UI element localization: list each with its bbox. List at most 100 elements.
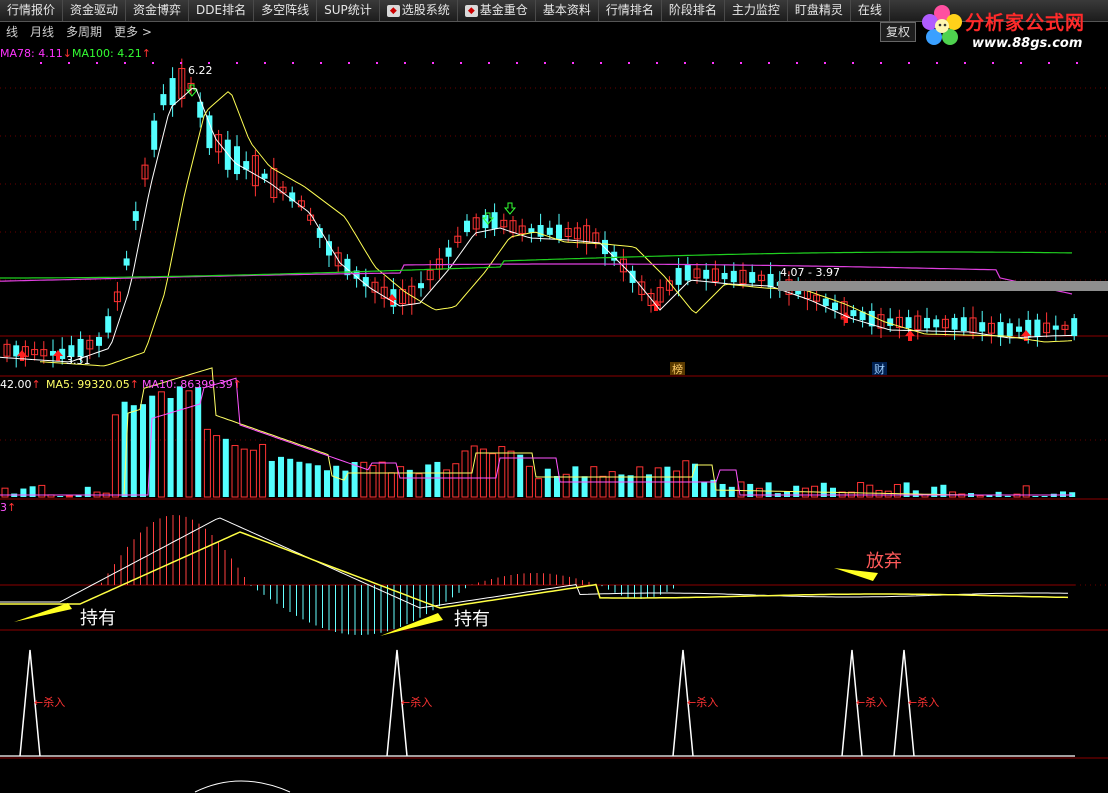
candle-body (123, 258, 130, 266)
period-toolbar: 线月线 多周期 更多 > (0, 22, 880, 40)
menu-item-label: 在线 (857, 3, 882, 17)
range-label: 4.07 - 3.97 (780, 266, 840, 279)
volume-bar (268, 460, 275, 497)
volume-bar (231, 445, 239, 498)
top-marker-dot (516, 62, 518, 64)
volume-bar (673, 470, 681, 498)
menu-item-10[interactable]: 阶段排名 (662, 0, 725, 21)
candle-body (997, 322, 1004, 338)
volume-bar (249, 449, 257, 498)
candle-body (546, 227, 553, 235)
candle-body (1071, 318, 1078, 337)
menu-item-label: 主力监控 (731, 3, 780, 17)
volume-bar (535, 478, 543, 498)
period-tab-0[interactable]: 线 (0, 23, 24, 40)
volume-bar (479, 448, 487, 498)
volume-bar (324, 470, 330, 497)
volume-bar (1, 487, 9, 498)
period-tab-3[interactable]: 更多 > (108, 23, 158, 40)
volume-bar (517, 454, 524, 497)
top-marker-dot (796, 62, 798, 64)
candle-body (234, 146, 240, 175)
menu-item-11[interactable]: 主力监控 (725, 0, 788, 21)
volume-bar (369, 465, 377, 498)
menu-item-8[interactable]: 基本资料 (536, 0, 599, 21)
candle-body (169, 78, 176, 106)
menu-item-label: 选股系统 (401, 3, 450, 17)
hold-label-1: 持有 (80, 608, 116, 629)
volume-bar (65, 495, 73, 498)
price-candles (3, 58, 1078, 368)
top-marker-dot (292, 62, 294, 64)
top-marker-dot (572, 62, 574, 64)
kill-entry-label: ←杀入 (856, 695, 887, 709)
volume-bar (801, 487, 809, 498)
menu-item-2[interactable]: 资金博弈 (126, 0, 190, 21)
candle-body (160, 94, 167, 106)
top-marker-dot (1048, 62, 1050, 64)
hold-arrow-2 (380, 613, 443, 636)
ma78-legend: MA78: 4.11↓ (0, 47, 72, 60)
top-marker-dot (684, 62, 686, 64)
abandon-label: 放弃 (866, 551, 902, 572)
top-marker-dot (68, 62, 70, 64)
top-marker-dot (908, 62, 910, 64)
top-marker-dot (824, 62, 826, 64)
vol-ma10-legend: MA10: 86399.39↑ (142, 378, 242, 391)
top-marker-dot (320, 62, 322, 64)
kill-entry-label: ←杀入 (687, 695, 718, 709)
volume-bar (157, 391, 165, 498)
candle-body (445, 247, 452, 257)
menu-item-4[interactable]: 多空阵线 (254, 0, 318, 21)
menu-item-0[interactable]: 行情报价 (0, 0, 64, 21)
top-marker-dot (964, 62, 966, 64)
top-marker-dot (348, 62, 350, 64)
volume-bar (728, 486, 735, 497)
top-marker-dot (376, 62, 378, 64)
volume-bar (1041, 496, 1048, 497)
menu-item-6[interactable]: ◆ 选股系统 (380, 0, 458, 21)
volume-legend: 42.00↑ (0, 378, 41, 391)
menu-item-5[interactable]: SUP统计 (317, 0, 380, 21)
volume-bar (562, 473, 570, 498)
low-price-label: 3.31 (66, 354, 91, 367)
volume-bar (884, 490, 892, 498)
menu-item-label: 基金重仓 (479, 3, 528, 17)
kill-entry-label: ←杀入 (34, 695, 65, 709)
sell-arrow-icon (503, 202, 517, 215)
candle-body (933, 319, 940, 328)
menu-item-7[interactable]: ◆ 基金重仓 (458, 0, 536, 21)
period-tab-1[interactable]: 月线 (24, 23, 60, 40)
top-marker-dot (992, 62, 994, 64)
volume-bar (1032, 496, 1039, 497)
volume-bar (351, 461, 358, 497)
volume-bar (627, 475, 634, 497)
volume-bar (489, 453, 497, 498)
menu-item-9[interactable]: 行情排名 (599, 0, 662, 21)
menu-item-3[interactable]: DDE排名 (189, 0, 255, 21)
kill-entry-label: ←杀入 (401, 695, 432, 709)
finance-marker-text: 财 (874, 362, 885, 376)
menu-item-label: DDE排名 (196, 3, 247, 17)
volume-bar (581, 476, 588, 497)
top-marker-dot (628, 62, 630, 64)
menu-item-label: SUP统计 (324, 3, 372, 17)
volume-bar (618, 474, 625, 497)
period-tab-2[interactable]: 多周期 (60, 23, 108, 40)
volume-bar (415, 473, 423, 498)
volume-bar (498, 446, 506, 498)
kill-entry-label: ←杀入 (908, 695, 939, 709)
menu-item-13[interactable]: 在线 (851, 0, 890, 21)
volume-bar (452, 463, 460, 498)
top-marker-dot (936, 62, 938, 64)
buy-arrow-icon (905, 330, 915, 341)
volume-bar (333, 465, 340, 497)
menu-item-label: 阶段排名 (668, 3, 717, 17)
menu-item-1[interactable]: 资金驱动 (63, 0, 127, 21)
candle-body (979, 322, 986, 332)
top-marker-dot (264, 62, 266, 64)
menu-item-12[interactable]: 盯盘精灵 (788, 0, 851, 21)
top-marker-dot (152, 62, 154, 64)
volume-bar (608, 471, 616, 498)
volume-bar (57, 496, 64, 497)
